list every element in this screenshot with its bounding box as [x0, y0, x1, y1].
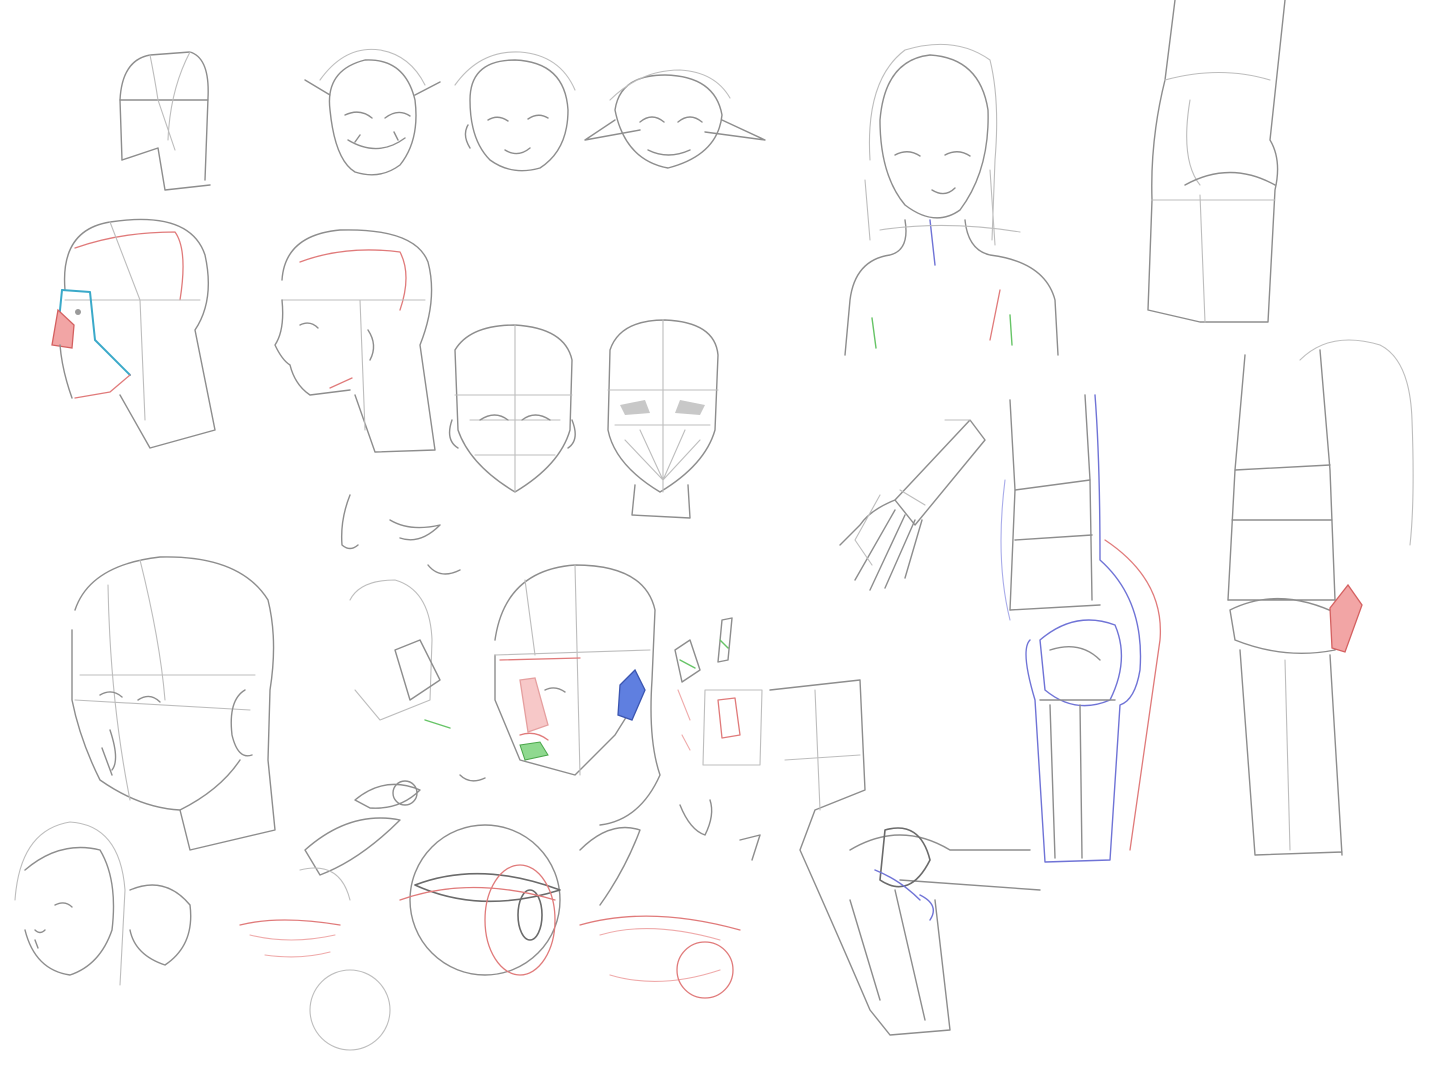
- orc-head-sketch: [304, 48, 441, 176]
- three-quarter-head: [71, 556, 276, 851]
- knee-back-study: [1227, 339, 1414, 856]
- front-head-construction: [448, 324, 576, 493]
- lashes-study: [239, 915, 741, 999]
- feature-thumbnails: [674, 617, 763, 861]
- goblin-head-sketch: [584, 69, 766, 169]
- eye-studies: [299, 774, 641, 906]
- eyeball-study: [309, 824, 561, 1051]
- knee-side-study: [1000, 394, 1162, 863]
- girl-bust-sketch: [844, 43, 1059, 356]
- boy-head-sketch: [454, 51, 576, 172]
- head-box-study: [119, 51, 211, 191]
- hand-arm-sketch: [839, 419, 986, 591]
- girl-face-small: [14, 821, 192, 986]
- profile-head-plain: [274, 229, 436, 453]
- hips-box-study: [1147, 0, 1286, 323]
- nose-mouth-study: [340, 494, 461, 729]
- front-head-construction-shaded: [607, 319, 719, 519]
- head-feature-planes: [494, 564, 661, 826]
- profile-head-colored: [51, 218, 216, 449]
- bent-arm-study: [769, 679, 1041, 1036]
- sketch-sheet-canvas: [14, 0, 1414, 1051]
